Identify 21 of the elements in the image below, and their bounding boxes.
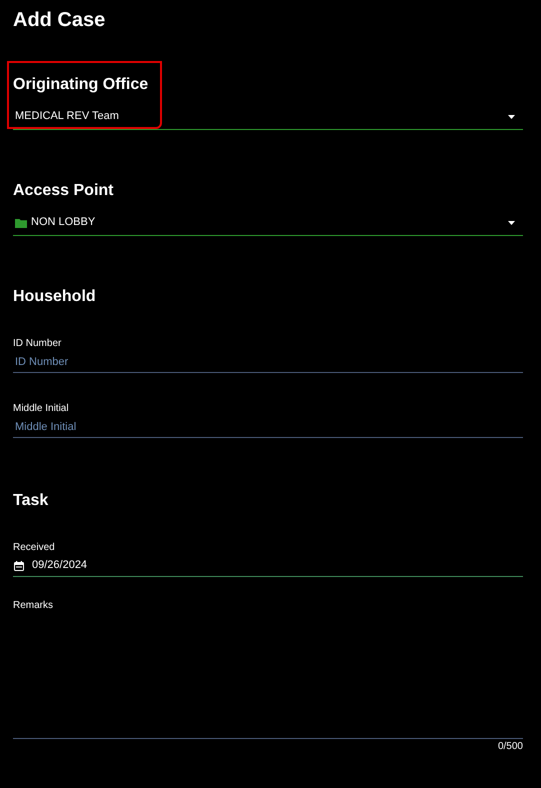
dropdown[interactable]: MEDICAL REV Team xyxy=(13,104,523,130)
field-label: Received xyxy=(13,541,55,555)
section-heading: Household xyxy=(13,287,96,307)
section-heading: Task xyxy=(13,491,48,511)
field-label: ID Number xyxy=(13,337,62,351)
caret-icon xyxy=(508,220,515,224)
page-title: Add Case xyxy=(13,8,106,32)
input-field[interactable]: Middle Initial xyxy=(13,416,523,438)
date-value: 09/26/2024 xyxy=(32,558,88,574)
field-label: Remarks xyxy=(13,599,54,613)
input-field[interactable]: ID Number xyxy=(13,351,523,373)
caret-icon xyxy=(508,114,515,118)
dropdown[interactable]: NON LOBBY xyxy=(13,210,523,236)
field-label: Middle Initial xyxy=(13,402,69,416)
dropdown-value: MEDICAL REV Team xyxy=(15,109,120,124)
section-heading: Access Point xyxy=(13,181,114,201)
character-counter: 0/500 xyxy=(498,740,523,754)
date-field[interactable]: 09/26/2024 xyxy=(13,555,523,577)
calendar-icon xyxy=(14,560,24,570)
section-heading: Originating Office xyxy=(13,75,148,95)
dropdown-value: NON LOBBY xyxy=(31,215,96,230)
